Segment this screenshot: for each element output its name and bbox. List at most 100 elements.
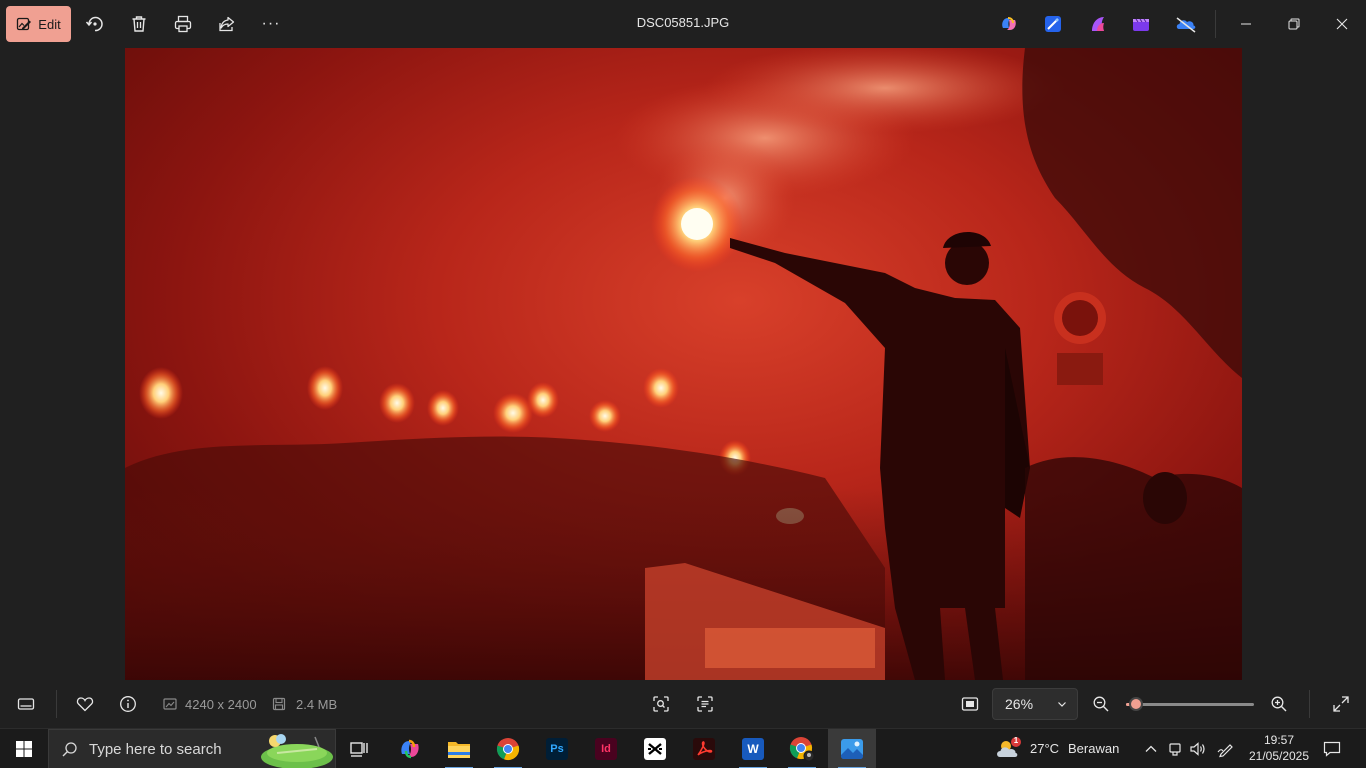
- visual-search-icon: [653, 696, 669, 712]
- edit-image-icon: [17, 17, 32, 31]
- speaker-icon: [1190, 742, 1205, 756]
- taskbar-word[interactable]: W: [729, 729, 777, 768]
- top-toolbar: Edit ··· DSC05851.JPG: [0, 0, 1366, 48]
- chrome-profile-icon: [789, 737, 815, 762]
- pen-menu-button[interactable]: [1214, 737, 1238, 761]
- video-editor-icon: [1133, 18, 1149, 31]
- rotate-button[interactable]: [83, 12, 107, 36]
- meet-now-icon: [1169, 743, 1181, 756]
- photo-image: [125, 48, 1242, 680]
- close-button[interactable]: [1330, 12, 1354, 36]
- designer-button[interactable]: [1041, 12, 1065, 36]
- zoom-in-button[interactable]: [1267, 692, 1291, 716]
- bottom-toolbar: 4240 x 2400 2.4 MB 26%: [0, 680, 1366, 728]
- weather-widget-icon[interactable]: 1: [994, 735, 1024, 763]
- weather-description[interactable]: Berawan: [1068, 741, 1119, 756]
- favorite-button[interactable]: [73, 692, 97, 716]
- visual-search-button[interactable]: [649, 692, 673, 716]
- tray-device-button[interactable]: [1163, 737, 1187, 761]
- chevron-down-icon: [1058, 702, 1066, 707]
- info-icon: [120, 696, 136, 712]
- search-highlight-image-icon: [261, 734, 333, 768]
- onedrive-offline-icon: [1176, 17, 1196, 33]
- acrobat-icon: [693, 738, 715, 760]
- clipchamp-style-button[interactable]: [1086, 12, 1110, 36]
- heart-icon: [76, 697, 94, 712]
- taskbar-clock[interactable]: 19:57 21/05/2025: [1244, 732, 1314, 764]
- copilot-button[interactable]: [997, 12, 1021, 36]
- pen-icon: [1217, 744, 1233, 758]
- filmstrip-button[interactable]: [14, 692, 38, 716]
- minimize-button[interactable]: [1234, 12, 1258, 36]
- taskbar-capcut[interactable]: [631, 729, 679, 768]
- trash-icon: [132, 16, 146, 32]
- share-icon: [219, 16, 235, 32]
- print-button[interactable]: [171, 12, 195, 36]
- filmstrip-icon: [17, 698, 35, 710]
- chrome-icon: [496, 738, 520, 761]
- taskbar-photoshop[interactable]: Ps: [533, 729, 581, 768]
- bottom-divider-right: [1309, 690, 1310, 718]
- start-button[interactable]: [0, 729, 48, 768]
- paint-icon: [1092, 17, 1104, 31]
- taskbar-indesign[interactable]: Id: [582, 729, 630, 768]
- taskbar-chrome-profile[interactable]: [778, 729, 826, 768]
- full-screen-button[interactable]: [1329, 692, 1353, 716]
- zoom-out-icon: [1093, 696, 1109, 712]
- weather-badge: 1: [1013, 736, 1019, 745]
- taskbar-task-view[interactable]: [336, 729, 384, 768]
- file-size-icon: [267, 692, 291, 716]
- capcut-icon: [644, 738, 666, 760]
- share-button[interactable]: [215, 12, 239, 36]
- edit-button[interactable]: Edit: [6, 6, 71, 42]
- image-dimensions: 4240 x 2400: [185, 697, 257, 712]
- zoom-slider-thumb[interactable]: [1129, 697, 1144, 711]
- more-options-button[interactable]: ···: [259, 12, 283, 36]
- designer-icon: [1045, 16, 1061, 32]
- minimize-icon: [1241, 23, 1251, 25]
- chevron-up-icon: [1145, 745, 1157, 752]
- clock-time: 19:57: [1263, 733, 1295, 747]
- notifications-button[interactable]: [1320, 737, 1344, 761]
- task-view-icon: [350, 742, 368, 757]
- taskbar-chrome[interactable]: [484, 729, 532, 768]
- taskbar-search-box[interactable]: Type here to search: [48, 729, 336, 768]
- scan-text-button[interactable]: [693, 692, 717, 716]
- expand-icon: [1333, 696, 1349, 712]
- image-dimensions-icon: [158, 692, 182, 716]
- copilot-icon: [1002, 17, 1016, 30]
- weather-temperature[interactable]: 27°C: [1030, 741, 1059, 756]
- zoom-out-button[interactable]: [1089, 692, 1113, 716]
- scan-text-icon: [697, 696, 713, 712]
- clock-date: 21/05/2025: [1248, 749, 1310, 763]
- indesign-icon: Id: [595, 738, 617, 760]
- photoshop-icon: Ps: [546, 738, 568, 760]
- zoom-value: 26%: [1005, 696, 1034, 712]
- toolbar-divider: [1215, 10, 1216, 38]
- taskbar-acrobat[interactable]: [680, 729, 728, 768]
- taskbar-photos[interactable]: [828, 729, 876, 768]
- file-info-button[interactable]: [116, 692, 140, 716]
- zoom-slider-track[interactable]: [1126, 703, 1254, 706]
- search-placeholder: Type here to search: [89, 741, 222, 758]
- more-icon: ···: [261, 15, 281, 32]
- zoom-dropdown[interactable]: 26%: [992, 688, 1078, 720]
- word-icon: W: [742, 738, 764, 760]
- file-size: 2.4 MB: [296, 697, 338, 712]
- windows-logo-icon: [16, 741, 32, 757]
- restore-button[interactable]: [1282, 12, 1306, 36]
- taskbar-file-explorer[interactable]: [435, 729, 483, 768]
- onedrive-button[interactable]: [1174, 12, 1198, 36]
- close-icon: [1336, 18, 1348, 30]
- bottom-divider: [56, 690, 57, 718]
- taskbar-copilot[interactable]: [386, 729, 434, 768]
- show-hidden-icons-button[interactable]: [1139, 737, 1163, 761]
- photo-canvas[interactable]: [125, 48, 1242, 680]
- volume-button[interactable]: [1186, 737, 1210, 761]
- copilot-icon: [401, 739, 419, 759]
- printer-icon: [174, 15, 192, 33]
- edit-label: Edit: [38, 16, 61, 32]
- fit-to-window-button[interactable]: [958, 692, 982, 716]
- delete-button[interactable]: [127, 12, 151, 36]
- clipchamp-button[interactable]: [1129, 12, 1153, 36]
